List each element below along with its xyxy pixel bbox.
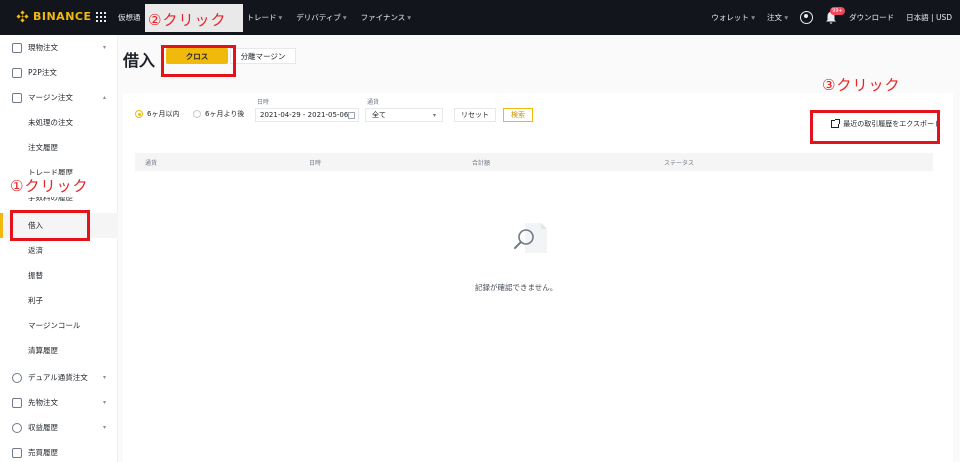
page-title: 借入 bbox=[123, 51, 156, 70]
annotation-highlight-borrow bbox=[10, 210, 90, 241]
table-header: 通貨 日時 合計額 ステータス bbox=[135, 153, 933, 171]
calendar-icon bbox=[348, 112, 355, 119]
dual-currency-icon bbox=[12, 372, 22, 383]
futures-icon bbox=[12, 397, 22, 408]
chevron-down-icon: ▾ bbox=[102, 424, 106, 431]
annotation-highlight-cross-tab bbox=[161, 45, 236, 77]
coin-label: 通貨 bbox=[367, 99, 380, 106]
date-label: 日時 bbox=[257, 99, 270, 106]
sidebar-item-p2p-orders[interactable]: P2P注文 bbox=[0, 60, 118, 85]
top-navigation-bar: BINANCE 仮想通 トレード ▾ デリバティブ ▾ ファイナンス ▾ ウォレット … bbox=[0, 0, 960, 35]
empty-state-message: 記録が確認できません。 bbox=[475, 283, 558, 292]
chevron-down-icon: ▾ bbox=[784, 13, 789, 22]
main-content: 借入 クロス 分離マージン 6ヶ月以内 6ヶ月より後 日時 2021-04-29… bbox=[118, 35, 960, 462]
column-header-total: 合計額 bbox=[472, 160, 491, 167]
apps-grid-icon[interactable] bbox=[96, 12, 106, 22]
coin-select[interactable]: 全て ▾ bbox=[365, 108, 443, 122]
nav-orders[interactable]: 注文 ▾ bbox=[767, 12, 788, 23]
no-records-icon bbox=[509, 221, 553, 255]
nav-crypto[interactable]: 仮想通 bbox=[118, 12, 141, 23]
sidebar-item-spot-orders[interactable]: 現物注文 ▾ bbox=[0, 35, 118, 60]
column-header-date: 日時 bbox=[309, 160, 322, 167]
sidebar-item-buy-sell-history[interactable]: 売買履歴 bbox=[0, 440, 118, 462]
chevron-down-icon: ▾ bbox=[407, 13, 412, 22]
chevron-down-icon: ▾ bbox=[278, 13, 283, 22]
sidebar-item-earnings-history[interactable]: 収益履歴 ▾ bbox=[0, 415, 118, 440]
binance-logo-icon bbox=[16, 10, 29, 23]
radio-after-6-months[interactable]: 6ヶ月より後 bbox=[193, 109, 244, 119]
date-range-input[interactable]: 2021-04-29 - 2021-05-06 bbox=[255, 108, 359, 122]
margin-icon bbox=[12, 92, 22, 103]
sidebar-item-interest[interactable]: 利子 bbox=[0, 288, 118, 313]
radio-checked-icon bbox=[135, 110, 143, 118]
sidebar-item-repay[interactable]: 返済 bbox=[0, 238, 118, 263]
search-button[interactable]: 検索 bbox=[503, 108, 533, 122]
bell-icon[interactable]: 99+ bbox=[825, 6, 845, 25]
sidebar: 現物注文 ▾ P2P注文 マージン注文 ▴ 未処理の注文 注文履歴 トレード履歴… bbox=[0, 35, 118, 462]
tab-isolated-margin[interactable]: 分離マージン bbox=[230, 48, 296, 64]
language-currency[interactable]: 日本語 | USD bbox=[906, 12, 952, 23]
sidebar-item-open-orders[interactable]: 未処理の注文 bbox=[0, 110, 118, 135]
nav-download[interactable]: ダウンロード bbox=[849, 12, 894, 23]
brand-name: BINANCE bbox=[33, 10, 92, 23]
sidebar-item-margin-orders[interactable]: マージン注文 ▴ bbox=[0, 85, 118, 110]
p2p-icon bbox=[12, 67, 22, 78]
annotation-highlight-export bbox=[810, 110, 940, 144]
annotation-step1: ①クリック bbox=[10, 177, 89, 195]
nav-trade[interactable]: トレード ▾ bbox=[247, 12, 283, 23]
binance-logo[interactable]: BINANCE bbox=[16, 10, 92, 23]
annotation-step3: ③クリック bbox=[822, 76, 901, 94]
chevron-down-icon: ▾ bbox=[102, 44, 106, 51]
chevron-down-icon: ▾ bbox=[102, 374, 106, 381]
column-header-status: ステータス bbox=[664, 160, 695, 167]
sidebar-item-order-history[interactable]: 注文履歴 bbox=[0, 135, 118, 160]
annotation-step2: ②クリック bbox=[148, 11, 227, 29]
buy-sell-icon bbox=[12, 447, 22, 458]
sidebar-item-transfer[interactable]: 振替 bbox=[0, 263, 118, 288]
notification-badge: 99+ bbox=[830, 6, 845, 15]
radio-unchecked-icon bbox=[193, 110, 201, 118]
reset-button[interactable]: リセット bbox=[454, 108, 496, 122]
nav-derivatives[interactable]: デリバティブ ▾ bbox=[296, 12, 346, 23]
nav-finance[interactable]: ファイナンス ▾ bbox=[361, 12, 411, 23]
column-header-coin: 通貨 bbox=[145, 160, 158, 167]
chevron-down-icon: ▾ bbox=[342, 13, 347, 22]
spot-orders-icon bbox=[12, 42, 22, 53]
borrow-history-card: 6ヶ月以内 6ヶ月より後 日時 2021-04-29 - 2021-05-06 … bbox=[123, 93, 953, 462]
sidebar-item-futures-orders[interactable]: 先物注文 ▾ bbox=[0, 390, 118, 415]
top-right-menu: ウォレット ▾ 注文 ▾ 99+ ダウンロード 日本語 | USD bbox=[711, 0, 952, 35]
chevron-down-icon: ▾ bbox=[102, 399, 106, 406]
chevron-up-icon: ▴ bbox=[102, 94, 106, 101]
earnings-icon bbox=[12, 422, 22, 433]
account-icon[interactable] bbox=[800, 11, 814, 24]
sidebar-item-margin-call[interactable]: マージンコール bbox=[0, 313, 118, 338]
sidebar-item-liquidation-history[interactable]: 清算履歴 bbox=[0, 338, 118, 363]
chevron-down-icon: ▾ bbox=[751, 13, 755, 22]
chevron-down-icon: ▾ bbox=[432, 111, 436, 119]
nav-wallet[interactable]: ウォレット ▾ bbox=[711, 12, 755, 23]
radio-within-6-months[interactable]: 6ヶ月以内 bbox=[135, 109, 179, 119]
sidebar-item-dual-currency[interactable]: デュアル通貨注文 ▾ bbox=[0, 365, 118, 390]
